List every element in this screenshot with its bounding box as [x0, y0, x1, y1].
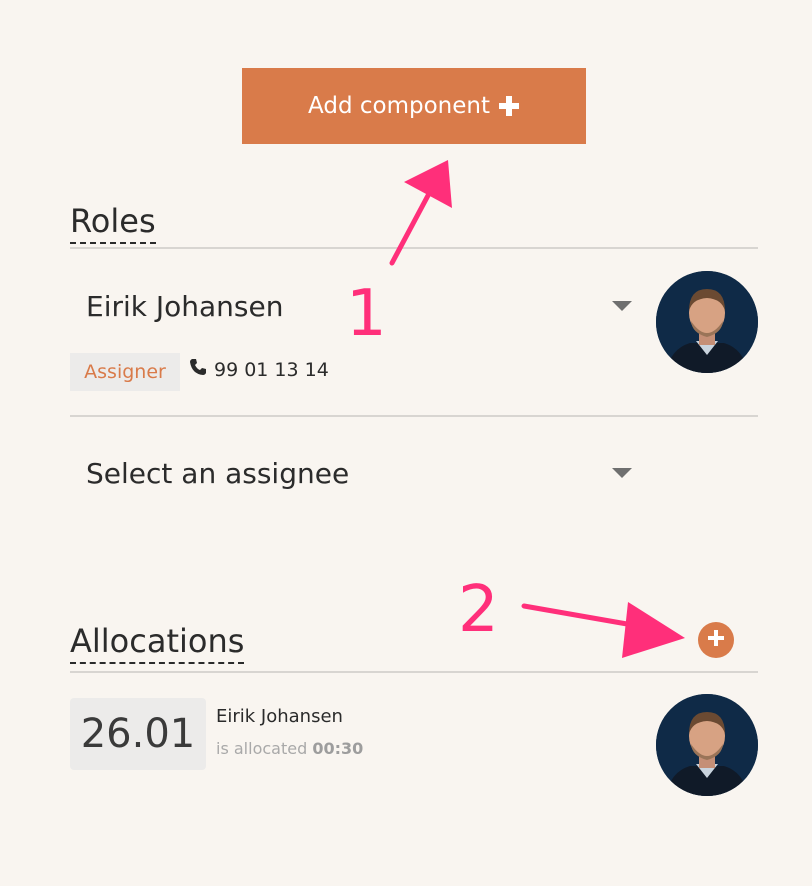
avatar: [656, 694, 758, 796]
allocations-title: Allocations: [70, 622, 245, 664]
annotation-arrow-2: [521, 602, 685, 658]
allocation-date: 26.01: [70, 698, 206, 770]
phone-contact[interactable]: 99 01 13 14: [188, 357, 329, 382]
page: Add component Roles Eirik Johansen Assig…: [0, 0, 812, 886]
caret-down-icon[interactable]: [612, 301, 632, 311]
add-allocation-button[interactable]: [698, 622, 734, 658]
allocations-divider: [70, 671, 758, 673]
plus-circle-icon: [706, 628, 726, 652]
caret-down-icon[interactable]: [612, 468, 632, 478]
assignee-name: Eirik Johansen: [86, 289, 284, 323]
phone-icon: [188, 357, 208, 382]
role-badge: Assigner: [70, 353, 180, 391]
allocation-desc-prefix: is allocated: [216, 739, 308, 758]
roles-divider: [70, 247, 758, 249]
select-assignee-placeholder: Select an assignee: [86, 456, 350, 490]
add-component-label: Add component: [308, 93, 490, 119]
avatar: [656, 271, 758, 373]
roles-row-divider: [70, 415, 758, 417]
allocation-description: is allocated 00:30: [216, 739, 363, 758]
roles-title: Roles: [70, 202, 156, 244]
allocation-person-name: Eirik Johansen: [216, 706, 343, 727]
select-assignee-dropdown[interactable]: Select an assignee: [86, 451, 632, 495]
annotation-number-2: 2: [458, 573, 499, 647]
annotation-number-1: 1: [346, 277, 387, 351]
plus-icon: [498, 95, 520, 117]
allocation-duration: 00:30: [312, 739, 364, 758]
add-component-button[interactable]: Add component: [242, 68, 586, 144]
phone-number: 99 01 13 14: [214, 358, 329, 381]
